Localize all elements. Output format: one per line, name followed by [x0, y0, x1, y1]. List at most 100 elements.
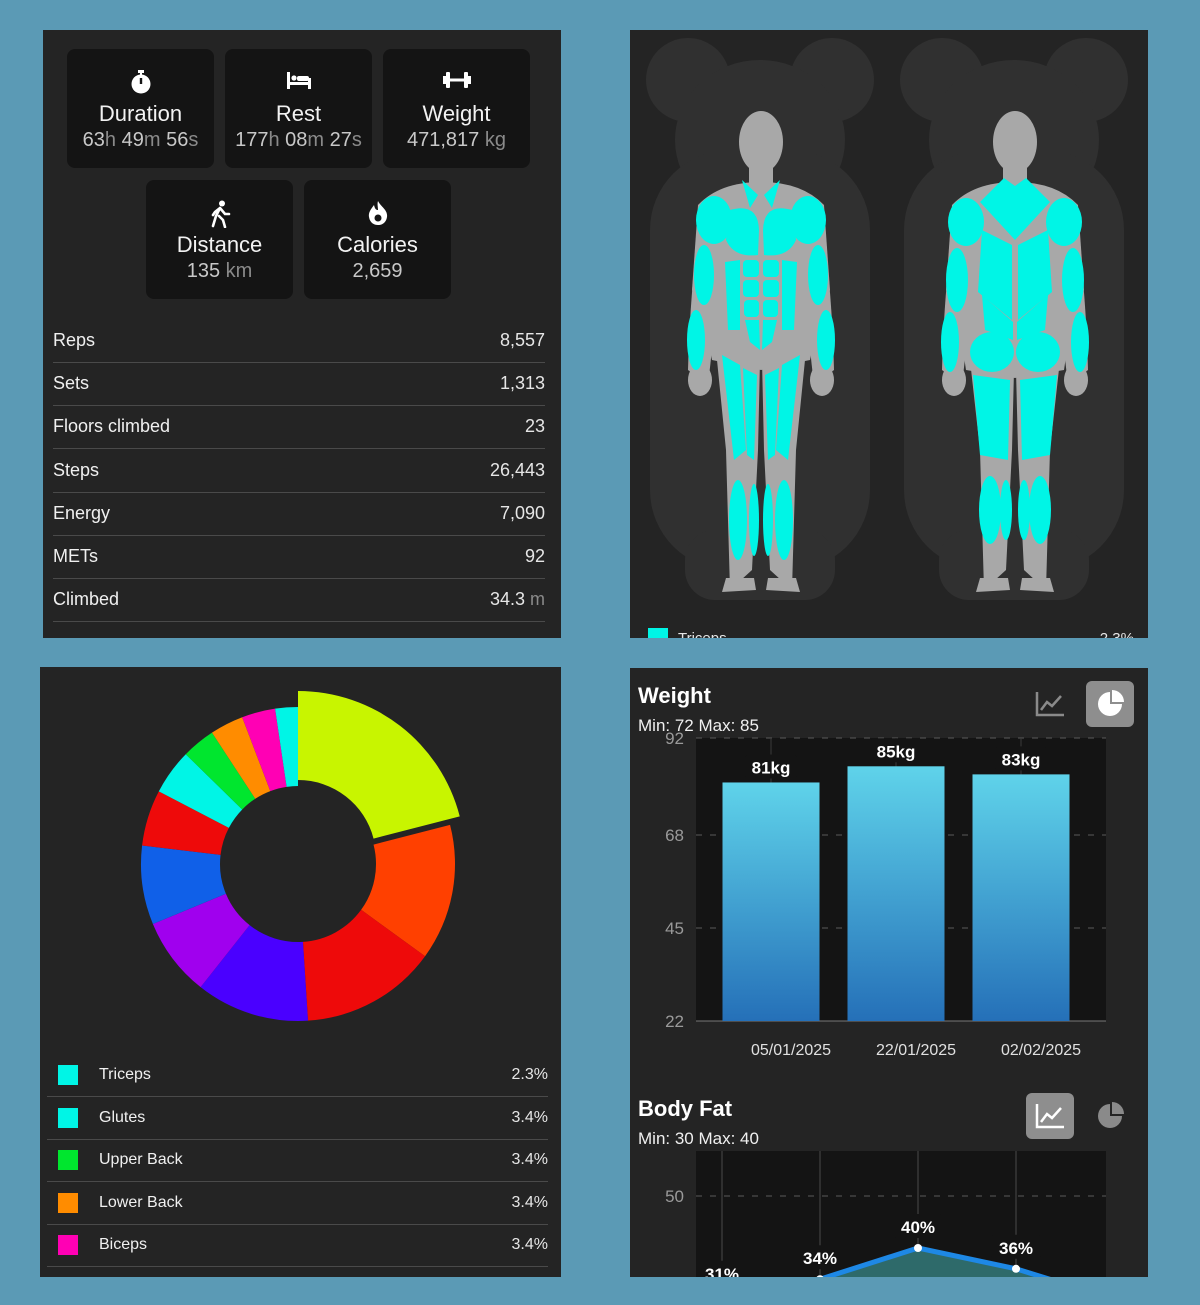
legend-value: 3.4%: [511, 1193, 548, 1211]
legend-row-biceps[interactable]: Biceps 3.4%: [47, 1224, 548, 1267]
stat-row-floors-climbed[interactable]: Floors climbed 23: [53, 405, 545, 450]
stat-value: 92: [525, 546, 545, 567]
stat-value: 8,557: [500, 330, 545, 351]
bar-value-label: 81kg: [752, 758, 791, 777]
stat-value: 34.3 m: [490, 589, 545, 610]
stat-card-number: 49: [116, 129, 144, 151]
bodyfat-point[interactable]: [914, 1244, 922, 1252]
legend-swatch: [58, 1107, 78, 1128]
legend-label: Biceps: [99, 1236, 148, 1253]
stat-row-mets[interactable]: METs 92: [53, 535, 545, 579]
stat-card-unit: s: [188, 129, 199, 151]
stat-card-number: 471,817: [407, 129, 480, 151]
legend-swatch: [58, 1192, 78, 1213]
legend-value: 3.4%: [511, 1108, 548, 1126]
point-value-label: 31%: [705, 1265, 739, 1277]
stat-card-value: 63h 49m 56s: [67, 129, 214, 152]
stat-card-unit: h: [268, 129, 280, 151]
stat-card-label: Rest: [275, 101, 322, 126]
stat-row-steps[interactable]: Steps 26,443: [53, 449, 545, 493]
stat-card-value: 2,659: [304, 260, 451, 283]
legend-row-triceps[interactable]: Triceps 2.3%: [47, 1054, 548, 1097]
weight-pie-view-button[interactable]: [1086, 681, 1134, 727]
muscle-body-map[interactable]: [630, 30, 1148, 638]
weight-bar[interactable]: [847, 766, 945, 1021]
x-tick-label: 02/02/2025: [1001, 1042, 1081, 1058]
stat-value: 1,313: [500, 373, 545, 394]
stat-label: Steps: [53, 459, 100, 480]
weight-bar[interactable]: [972, 774, 1070, 1021]
y-tick-label: 50: [665, 1187, 684, 1206]
dumbbell-icon: [383, 69, 530, 95]
y-tick-label: 92: [665, 729, 684, 748]
stat-card-label: Distance: [176, 232, 263, 257]
legend-swatch: [58, 1150, 78, 1170]
pie-chart-icon: [1098, 690, 1124, 716]
weight-chart-title: Weight: [638, 683, 711, 708]
legend-peek-row: Triceps 2.3%: [648, 628, 1134, 638]
stat-card-distance[interactable]: Distance 135 km: [146, 180, 293, 299]
bodyfat-line-view-button[interactable]: [1026, 1093, 1074, 1139]
stat-label: METs: [53, 546, 98, 566]
stat-row-reps[interactable]: Reps 8,557: [53, 319, 545, 363]
muscle-map-panel: Triceps 2.3%: [630, 30, 1148, 638]
stat-card-number: 63: [82, 129, 105, 151]
flame-icon: [304, 200, 451, 226]
weight-line-view-button[interactable]: [1026, 681, 1074, 727]
stat-card-weight[interactable]: Weight 471,817 kg: [383, 49, 530, 168]
donut-slice[interactable]: [298, 691, 460, 839]
bodyfat-pie-view-button[interactable]: [1086, 1093, 1134, 1139]
legend-label: Lower Back: [99, 1193, 183, 1211]
stat-value: 7,090: [500, 503, 545, 524]
stat-card-label: Duration: [98, 101, 183, 126]
legend-swatch: [58, 1235, 78, 1255]
stat-number: 8,557: [499, 330, 545, 350]
bodyfat-point[interactable]: [1012, 1264, 1020, 1273]
stat-row-climbed[interactable]: Climbed 34.3 m: [53, 578, 545, 623]
x-tick-label: 22/01/2025: [876, 1042, 956, 1058]
stat-card-number: 177: [235, 129, 269, 151]
legend-row-lower-back[interactable]: Lower Back 3.4%: [47, 1182, 548, 1225]
stat-card-value: 471,817 kg: [383, 129, 530, 152]
stat-label: Sets: [53, 373, 90, 394]
stat-number: 34.3: [489, 589, 525, 610]
stat-card-number: 08: [279, 129, 308, 151]
stat-card-duration[interactable]: Duration 63h 49m 56s: [67, 49, 214, 168]
stat-label: Floors climbed: [53, 416, 171, 437]
point-value-label: 34%: [803, 1249, 837, 1268]
weight-bar[interactable]: [722, 782, 820, 1021]
bodyfat-area-chart[interactable]: 50 31% 34% 40% 36%: [630, 1148, 1148, 1277]
stat-row-energy[interactable]: Energy 7,090: [53, 492, 545, 536]
stat-value: 26,443: [490, 460, 545, 481]
legend-value: 3.4%: [511, 1236, 548, 1253]
stat-number: 26,443: [489, 459, 545, 480]
stat-card-number: 27: [324, 129, 352, 151]
bodyfat-chart-title: Body Fat: [638, 1096, 733, 1121]
stat-number: 1,313: [499, 373, 545, 394]
legend-row-upper-back[interactable]: Upper Back 3.4%: [47, 1139, 548, 1182]
legend-value: 3.4%: [511, 1151, 548, 1168]
stat-number: 92: [524, 546, 545, 566]
stopwatch-icon: [67, 69, 214, 95]
y-tick-label: 22: [665, 1012, 684, 1031]
weight-bar-chart[interactable]: 92 68 45 22 81kg 05/01/2025 85kg 22/01/2025 83kg…: [630, 728, 1148, 1058]
bar-value-label: 83kg: [1002, 750, 1041, 769]
stat-row-sets[interactable]: Sets 1,313: [53, 362, 545, 407]
stat-unit: m: [525, 589, 545, 610]
legend-row-glutes[interactable]: Glutes 3.4%: [47, 1097, 548, 1140]
legend-label: Glutes: [99, 1108, 146, 1126]
y-tick-label: 68: [665, 826, 684, 845]
bar-value-label: 85kg: [877, 742, 916, 761]
legend-peek-value: 2.3%: [1099, 629, 1134, 639]
muscle-donut-chart[interactable]: [40, 667, 561, 1047]
stat-card-rest[interactable]: Rest 177h 08m 27s: [225, 49, 372, 168]
legend-swatch: [648, 628, 668, 638]
stat-card-label: Calories: [337, 232, 418, 257]
stat-card-unit: kg: [479, 129, 506, 151]
stat-card-unit: m: [307, 129, 325, 151]
workout-summary-panel: Duration 63h 49m 56s Rest 177h 08m 27s Weigh…: [43, 30, 561, 638]
stat-card-label: Weight: [422, 101, 491, 126]
point-value-label: 40%: [901, 1218, 935, 1237]
stat-number: 7,090: [499, 502, 545, 523]
stat-card-calories[interactable]: Calories 2,659: [304, 180, 451, 299]
